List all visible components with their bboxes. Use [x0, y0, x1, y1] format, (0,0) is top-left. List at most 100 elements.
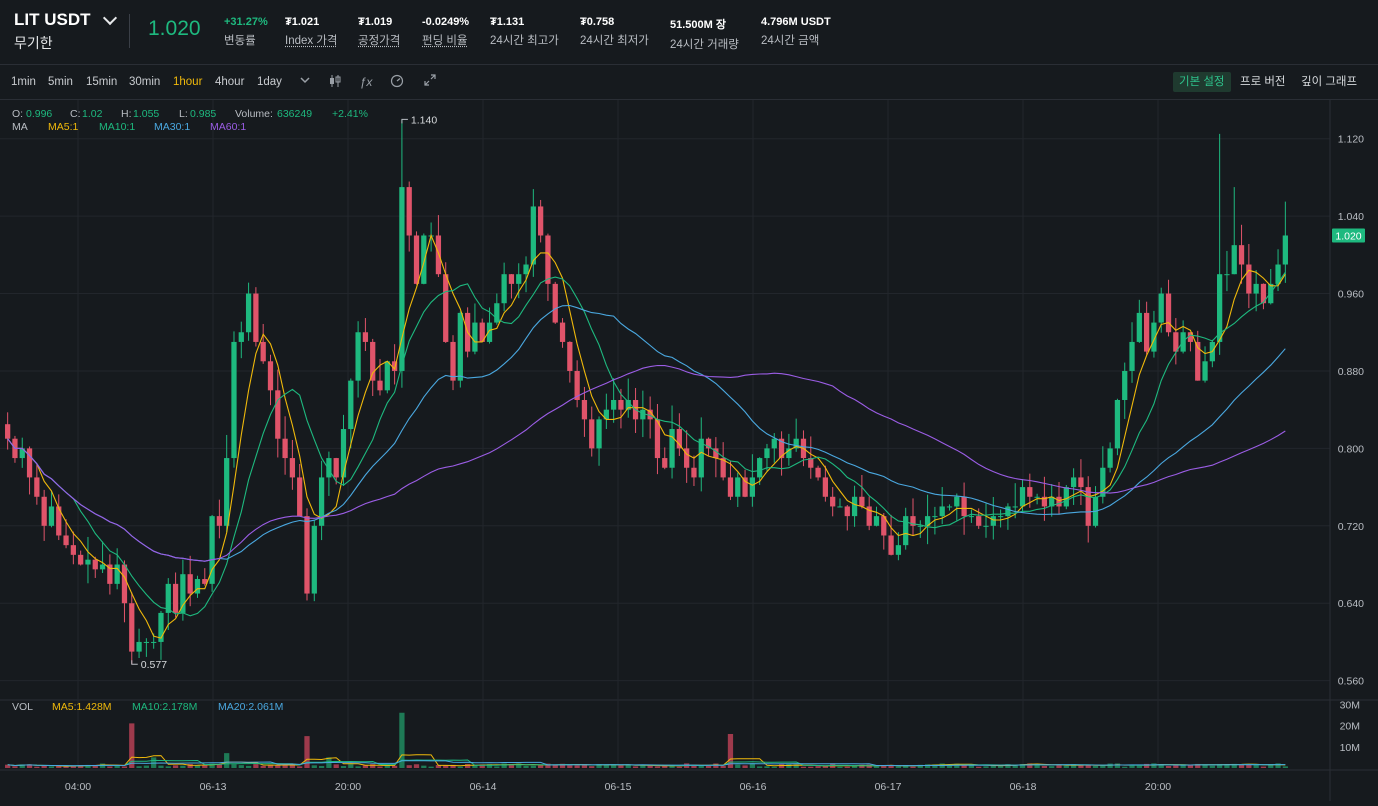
- volume-bar: [238, 765, 244, 768]
- ohlc-legend-item: H:: [121, 108, 132, 120]
- view-button-2[interactable]: 깊이 그래프: [1295, 72, 1363, 92]
- indicator-fx-icon[interactable]: ƒx: [358, 74, 374, 90]
- candle-body: [92, 559, 98, 570]
- candle-body: [1056, 496, 1062, 507]
- candle-body: [180, 574, 186, 613]
- volume-bar: [771, 766, 777, 768]
- timeframe-1hour[interactable]: 1hour: [173, 76, 202, 88]
- candle-body: [903, 516, 909, 546]
- price-tick-label: 0.960: [1338, 289, 1364, 301]
- timeframe-15min[interactable]: 15min: [86, 76, 117, 88]
- ma5-line: [7, 233, 1286, 639]
- header-divider: [129, 14, 130, 48]
- candle-body: [757, 458, 763, 478]
- candle-body: [187, 574, 193, 594]
- volume-bar: [136, 766, 142, 768]
- view-button-0[interactable]: 기본 설정: [1173, 72, 1231, 92]
- candle-body: [406, 187, 412, 236]
- ticker-header: LIT USDT 무기한 1.020 +31.27% 변동률 ₮1.021 Index…: [0, 0, 1378, 65]
- candle-body: [1078, 477, 1084, 488]
- volume-bar: [1100, 765, 1106, 768]
- chevron-down-icon[interactable]: [102, 10, 117, 26]
- ohlc-legend-item: C:: [70, 108, 81, 120]
- candle-body: [362, 332, 369, 342]
- candle-body: [523, 264, 529, 275]
- volume-bar: [1041, 765, 1048, 768]
- candle-body: [961, 496, 967, 517]
- candle-body: [983, 525, 989, 527]
- candle-body: [873, 516, 880, 526]
- candle-body: [1224, 274, 1230, 276]
- candle-body: [1063, 487, 1069, 507]
- volume-bar: [530, 765, 536, 768]
- candle-body: [501, 274, 507, 304]
- volume-bar: [851, 765, 858, 768]
- stat-1[interactable]: ₮1.021 Index 가격: [285, 16, 338, 48]
- volume-bar: [895, 766, 902, 768]
- volume-bar: [48, 766, 55, 768]
- candle-body: [413, 235, 420, 284]
- timeframe-1min[interactable]: 1min: [11, 76, 36, 88]
- candle-body: [596, 419, 602, 449]
- candle-body: [968, 516, 975, 518]
- ma-legend-item: MA10:1: [99, 121, 135, 133]
- candle-body: [1070, 477, 1077, 488]
- stat-2[interactable]: ₮1.019 공정가격: [358, 16, 400, 48]
- candle-body: [355, 332, 361, 381]
- stat-value: +31.27%: [224, 16, 268, 28]
- candle-body: [70, 545, 76, 555]
- settings-gauge-icon[interactable]: [389, 74, 405, 90]
- candle-body: [5, 424, 11, 439]
- price-chart[interactable]: 1.120 1.040 0.960 0.880 0.800 0.720 0.640 0.560…: [0, 100, 1378, 801]
- stat-label: 24시간 금액: [761, 35, 820, 47]
- volume-ma-legend-item: MA20:2.061M: [218, 701, 283, 713]
- volume-bar: [1260, 766, 1267, 768]
- candle-body: [1143, 312, 1150, 352]
- view-button-1[interactable]: 프로 버전: [1234, 72, 1292, 92]
- volume-bar: [121, 766, 128, 768]
- symbol-selector[interactable]: LIT USDT 무기한: [14, 10, 117, 53]
- candle-body: [260, 341, 266, 362]
- timeframe-5min[interactable]: 5min: [48, 76, 73, 88]
- candle-body: [837, 506, 843, 508]
- candle-body: [275, 390, 281, 439]
- stat-label: 24시간 최고가: [490, 35, 559, 47]
- time-axis-label: 06-15: [605, 781, 632, 793]
- volume-legend-label: VOL: [12, 701, 33, 713]
- volume-bar: [735, 764, 741, 768]
- timeframe-4hour[interactable]: 4hour: [215, 76, 244, 88]
- candle-body: [121, 564, 128, 604]
- timeframe-1day[interactable]: 1day: [257, 76, 282, 88]
- volume-bar: [1107, 763, 1113, 768]
- stat-3[interactable]: -0.0249% 펀딩 비율: [422, 16, 469, 48]
- current-price-label: 1.020: [1335, 230, 1361, 242]
- volume-bar: [282, 765, 288, 768]
- volume-bar: [494, 766, 500, 768]
- time-axis-label: 06-17: [875, 781, 902, 793]
- fullscreen-icon[interactable]: [422, 74, 438, 90]
- candlestick-chart-svg[interactable]: 1.120 1.040 0.960 0.880 0.800 0.720 0.640 0.560…: [0, 100, 1378, 801]
- volume-bar: [669, 765, 675, 768]
- chevron-down-icon[interactable]: [297, 74, 313, 90]
- candle-body: [311, 525, 317, 594]
- candle-body: [1129, 341, 1135, 371]
- candle-body: [245, 293, 252, 333]
- stat-value: 4.796M USDT: [761, 16, 831, 28]
- candle-body: [691, 467, 697, 478]
- candle-body: [384, 361, 390, 391]
- candle-body: [1114, 400, 1121, 449]
- candle-body: [333, 458, 339, 478]
- volume-bar: [501, 763, 507, 768]
- time-axis-label: 20:00: [1145, 781, 1171, 793]
- volume-bar: [318, 765, 325, 768]
- timeframe-30min[interactable]: 30min: [129, 76, 160, 88]
- volume-bar: [1092, 765, 1099, 768]
- time-axis-label: 06-13: [200, 781, 227, 793]
- candle-body: [516, 274, 522, 284]
- volume-bar: [720, 765, 726, 768]
- price-tick-label: 0.560: [1338, 676, 1364, 688]
- candlestick-type-icon[interactable]: [327, 74, 343, 90]
- candle-body: [85, 559, 91, 565]
- candle-body: [552, 283, 558, 323]
- candle-body: [1005, 506, 1011, 517]
